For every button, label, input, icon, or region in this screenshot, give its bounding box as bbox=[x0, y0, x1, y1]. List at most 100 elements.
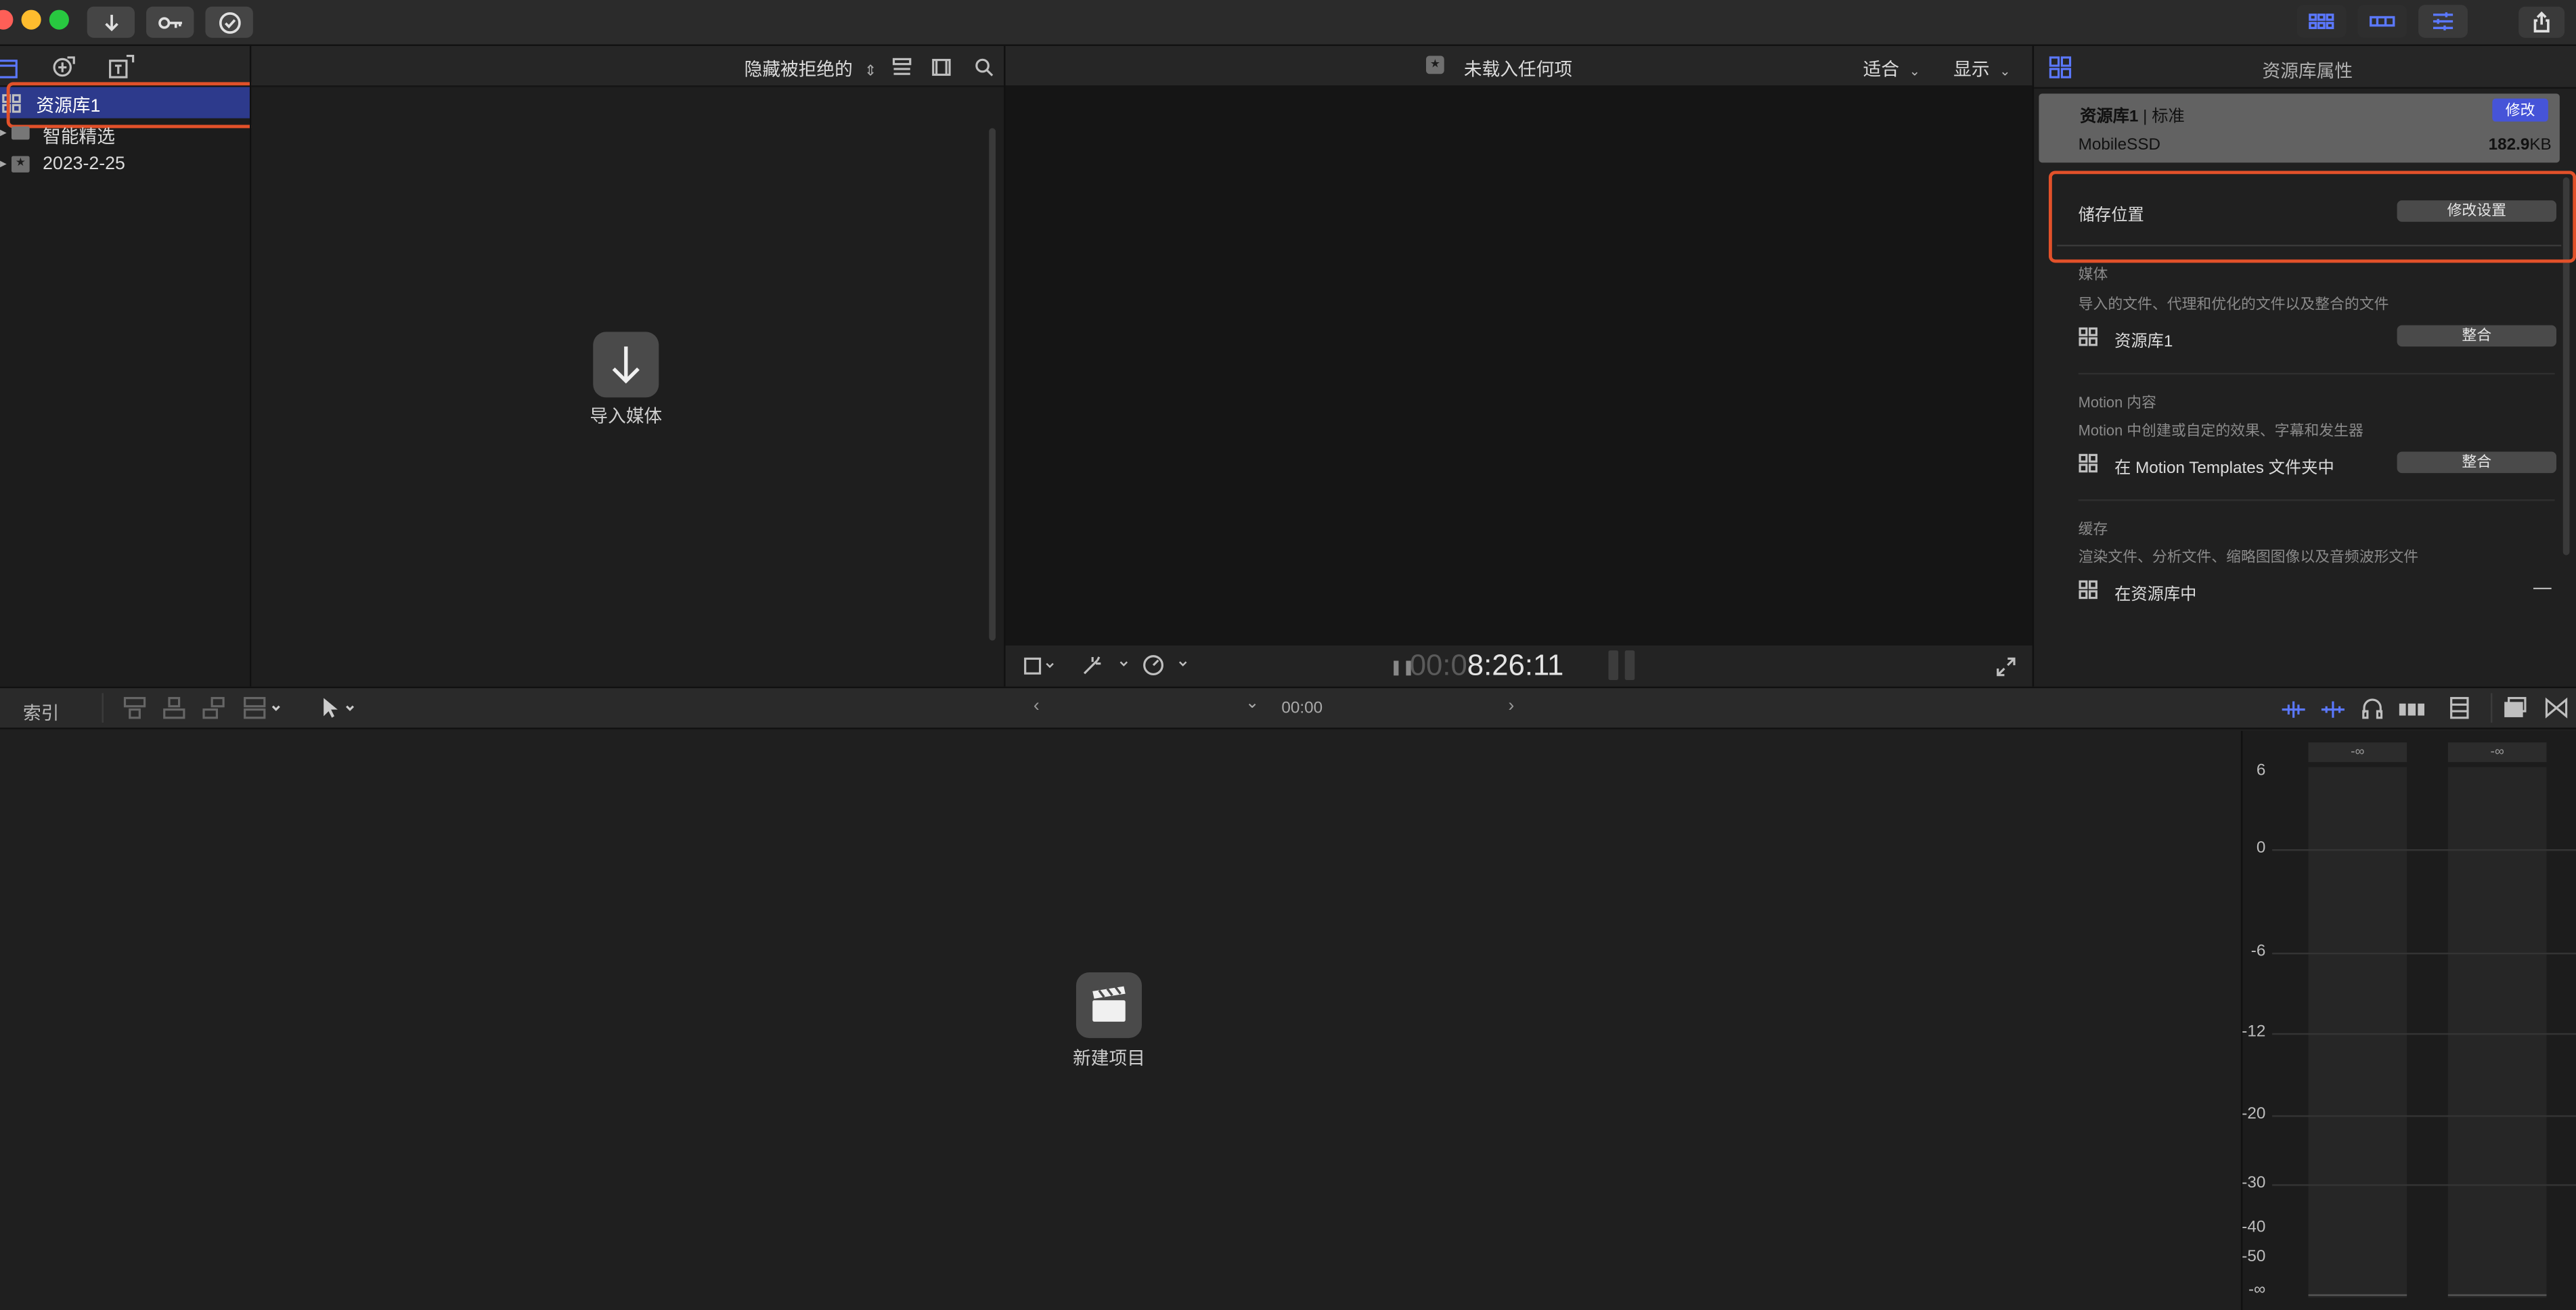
key-icon bbox=[157, 16, 181, 28]
highlight-box-storage bbox=[2048, 171, 2576, 263]
cache-heading: 缓存 bbox=[2078, 520, 2108, 537]
sidebar-item-label: 智能精选 bbox=[43, 128, 115, 148]
display-label: 显示 bbox=[1953, 60, 1990, 81]
view-options-popup[interactable]: 显示 ⌄ bbox=[1953, 56, 2010, 83]
previous-arrow-icon[interactable]: ‹ bbox=[1034, 696, 1040, 716]
audio-meter-right-mini bbox=[1624, 650, 1635, 680]
sliders-icon bbox=[2433, 12, 2453, 30]
minimize-window-button[interactable] bbox=[21, 9, 41, 30]
inspector-header: 资源库属性 bbox=[2034, 45, 2576, 89]
chevron-down-icon[interactable]: ⌄ bbox=[1245, 695, 1259, 713]
zoom-window-button[interactable] bbox=[49, 9, 69, 30]
timeline-icon bbox=[2370, 16, 2395, 27]
consolidate-media-button[interactable]: 整合 bbox=[2397, 325, 2557, 347]
new-project-label: 新建项目 bbox=[1073, 1049, 1145, 1070]
transitions-browser-icon[interactable] bbox=[2545, 696, 2568, 727]
clip-appearance-icon[interactable] bbox=[2448, 696, 2471, 727]
timeline-toolbar: 索引 ‹ ⌄ 00:00 › bbox=[0, 686, 2576, 729]
consolidate-motion-button[interactable]: 整合 bbox=[2397, 451, 2557, 474]
cache-dash: — bbox=[2533, 578, 2552, 598]
import-button[interactable] bbox=[87, 6, 135, 38]
audio-skimming-icon[interactable] bbox=[2280, 698, 2307, 728]
fit-zoom-popup[interactable]: 适合 ⌄ bbox=[1863, 56, 1920, 83]
library-grid-icon bbox=[2049, 56, 2072, 87]
viewer-timecode: 00:08:26:11 bbox=[1409, 648, 1564, 682]
viewer-panel: ★ 未载入任何项 适合 ⌄ 显示 ⌄ ❚❚ 00:08:26:11 bbox=[1005, 45, 2033, 687]
new-project-button[interactable] bbox=[1075, 972, 1142, 1039]
retime-speedometer-icon[interactable] bbox=[1140, 654, 1190, 685]
sidebar-item-label: 2023-2-25 bbox=[43, 154, 125, 175]
audio-meters-panel: -∞ -∞ 6 0 -6 -12 -20 -30 -40 -50 -∞ bbox=[2240, 731, 2576, 1310]
show-timeline-toggle[interactable] bbox=[2357, 5, 2407, 38]
meter-scale-label: 0 bbox=[2256, 839, 2266, 858]
media-description: 导入的文件、代理和优化的文件以及整合的文件 bbox=[2078, 295, 2389, 313]
browser-scrollbar[interactable] bbox=[989, 128, 996, 641]
meter-scale-label: -20 bbox=[2242, 1105, 2266, 1124]
select-tool-arrow-icon[interactable] bbox=[319, 696, 361, 727]
transform-icon[interactable] bbox=[1022, 656, 1055, 685]
motion-heading: Motion 内容 bbox=[2078, 394, 2157, 411]
updown-chevron-icon: ⇕ bbox=[864, 62, 877, 79]
solo-icon[interactable] bbox=[2399, 698, 2425, 728]
append-clip-icon[interactable] bbox=[202, 696, 225, 727]
chevron-down-icon: ⌄ bbox=[1999, 64, 2011, 79]
meter-scale-label: -50 bbox=[2242, 1248, 2266, 1267]
fullscreen-icon[interactable] bbox=[1996, 656, 2016, 685]
timeline-timecode: 00:00 bbox=[1281, 700, 1323, 718]
library-grid-icon bbox=[2079, 452, 2098, 482]
motion-description: Motion 中创建或自定的效果、字幕和发生器 bbox=[2078, 422, 2363, 439]
disclosure-triangle-icon[interactable]: ▸ bbox=[0, 156, 7, 171]
meter-right-channel bbox=[2447, 767, 2547, 1298]
media-heading: 媒体 bbox=[2078, 266, 2108, 283]
grid-icon bbox=[2309, 14, 2334, 29]
search-icon[interactable] bbox=[974, 56, 994, 86]
filmstrip-icon[interactable] bbox=[931, 56, 951, 86]
headphones-icon[interactable] bbox=[2361, 696, 2384, 727]
filter-popup[interactable]: 隐藏被拒绝的 ⇕ bbox=[745, 56, 877, 83]
viewer-controls: ❚❚ 00:08:26:11 bbox=[1005, 645, 2033, 687]
motion-location: 在 Motion Templates 文件夹中 bbox=[2114, 459, 2334, 478]
clapperboard-icon bbox=[1092, 986, 1126, 1022]
snapping-icon[interactable] bbox=[2319, 698, 2346, 728]
overwrite-clip-icon[interactable] bbox=[243, 696, 286, 727]
share-button[interactable] bbox=[2518, 6, 2565, 38]
library-size: 182.9KB bbox=[2488, 136, 2552, 155]
import-media-label: 导入媒体 bbox=[590, 407, 663, 428]
browser-header: 隐藏被拒绝的 ⇕ bbox=[251, 45, 1004, 87]
viewer-header: ★ 未载入任何项 适合 ⌄ 显示 ⌄ bbox=[1005, 45, 2033, 87]
inspector-panel: 资源库属性 资源库1 | 标准 修改 MobileSSD 182.9KB 储存位… bbox=[2034, 45, 2576, 687]
connect-clip-icon[interactable] bbox=[123, 696, 146, 727]
fit-label: 适合 bbox=[1863, 60, 1900, 81]
show-browser-toggle[interactable] bbox=[2296, 5, 2347, 38]
audio-meter-left-mini bbox=[1608, 650, 1618, 680]
meter-scale-label: -∞ bbox=[2248, 1281, 2266, 1300]
meter-scale-label: -6 bbox=[2250, 943, 2266, 962]
close-window-button[interactable] bbox=[0, 9, 14, 30]
import-media-button[interactable] bbox=[593, 332, 659, 398]
index-button[interactable]: 索引 bbox=[23, 700, 59, 726]
filter-label: 隐藏被拒绝的 bbox=[744, 60, 853, 81]
enhance-wand-icon[interactable] bbox=[1081, 654, 1130, 685]
show-inspector-toggle[interactable] bbox=[2418, 5, 2468, 38]
insert-clip-icon[interactable] bbox=[162, 696, 185, 727]
cache-description: 渲染文件、分析文件、缩略图图像以及音频波形文件 bbox=[2078, 548, 2419, 566]
modify-button[interactable]: 修改 bbox=[2492, 98, 2548, 122]
down-arrow-icon bbox=[612, 346, 640, 384]
background-tasks-button[interactable] bbox=[205, 6, 253, 38]
sidebar-item-smart-collections[interactable]: ▸ 智能精选 bbox=[0, 118, 250, 148]
keywords-button[interactable] bbox=[146, 6, 194, 38]
peak-right: -∞ bbox=[2447, 742, 2547, 763]
meter-left-channel bbox=[2308, 767, 2407, 1298]
event-star-icon: ★ bbox=[1425, 55, 1444, 74]
sidebar-header bbox=[0, 45, 250, 87]
disclosure-triangle-icon[interactable]: ▸ bbox=[0, 125, 7, 139]
library-sidebar: 资源库1 ▸ 智能精选 ▸ ★ 2023-2-25 bbox=[0, 45, 284, 687]
next-arrow-icon[interactable]: › bbox=[1508, 696, 1514, 716]
clip-appearance-icon[interactable] bbox=[892, 56, 912, 86]
checkmark-circle-icon bbox=[218, 11, 240, 33]
meter-scale-label: -30 bbox=[2242, 1174, 2266, 1193]
effects-browser-icon[interactable] bbox=[2504, 696, 2527, 727]
sidebar-item-event-2023-2-25[interactable]: ▸ ★ 2023-2-25 bbox=[0, 150, 250, 179]
meter-scale-label: -12 bbox=[2242, 1023, 2266, 1041]
folder-icon bbox=[11, 126, 30, 140]
